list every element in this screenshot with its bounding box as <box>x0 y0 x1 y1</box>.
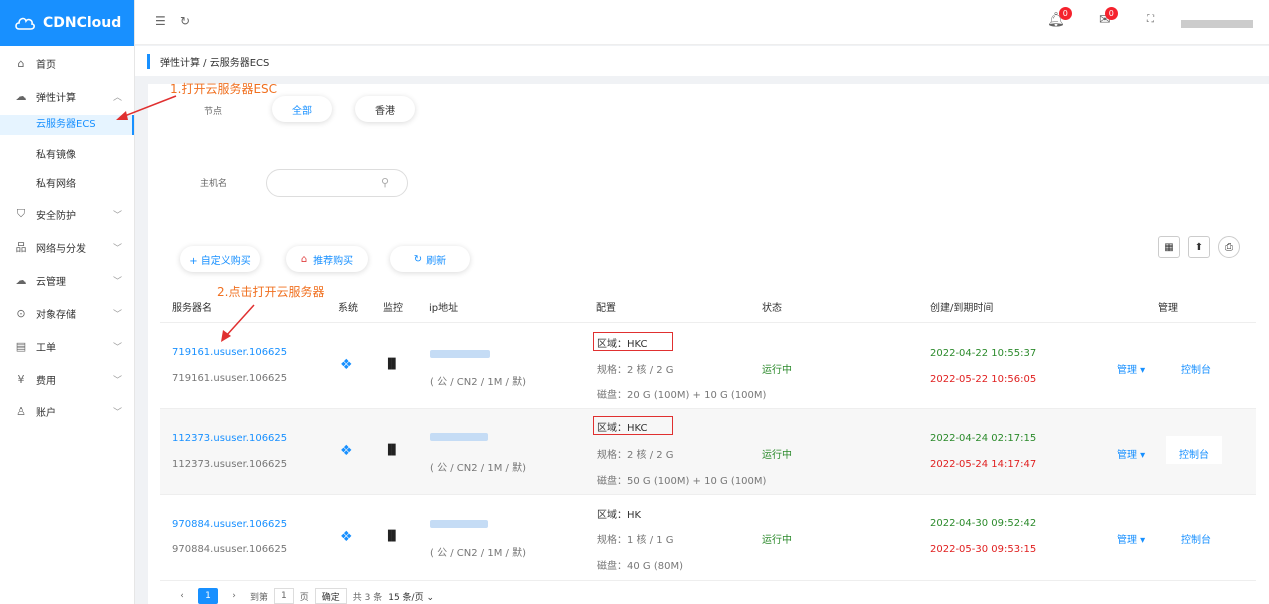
arrow-step1 <box>121 95 177 118</box>
page-unit-label: 页 <box>299 592 309 603</box>
total-count: 共 3 条 <box>352 592 383 603</box>
confirm-button[interactable]: 确定 <box>314 588 347 604</box>
page-number-current[interactable]: 1 <box>198 588 218 604</box>
next-page-icon[interactable]: › <box>224 588 244 604</box>
pagination: ‹ 1 › 到第 1 页 确定 共 3 条 15 条/页 ⌄ <box>172 588 434 604</box>
arrow-head-step1 <box>116 111 128 120</box>
page-size-select[interactable]: 15 条/页 ⌄ <box>388 590 434 603</box>
arrow-step2 <box>225 304 255 337</box>
goto-page-input[interactable]: 1 <box>274 588 294 604</box>
prev-page-icon[interactable]: ‹ <box>172 588 192 604</box>
annotation-arrows <box>116 95 255 342</box>
goto-label: 到第 <box>250 592 269 603</box>
